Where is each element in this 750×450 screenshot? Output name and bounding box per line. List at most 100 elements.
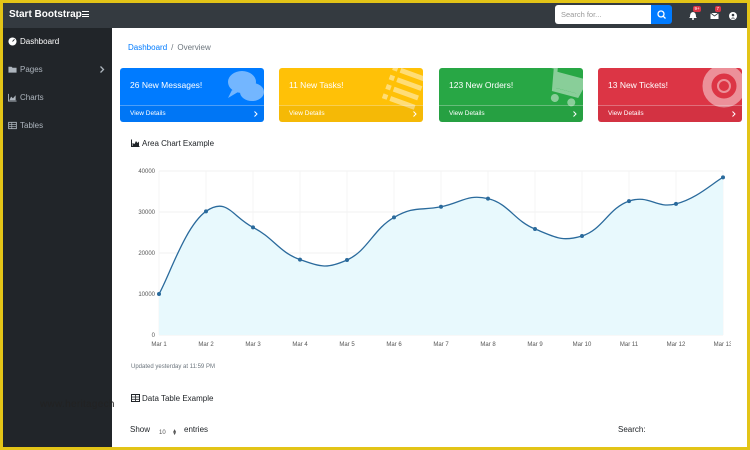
chevron-right-icon (254, 111, 258, 117)
data-point (251, 225, 255, 230)
search-input[interactable] (555, 5, 652, 24)
sidebar-item-label: Charts (20, 93, 44, 102)
x-tick-label: Mar 5 (339, 342, 355, 348)
comments-icon (228, 71, 264, 101)
x-tick-label: Mar 3 (245, 342, 261, 348)
show-entries-control: Show 10 ▲ ▼ entries (130, 425, 208, 439)
user-dropdown[interactable] (728, 8, 740, 22)
tasks-card: 11 New Tasks! View Details (279, 68, 423, 122)
data-point (345, 258, 349, 263)
data-point (533, 227, 537, 232)
chevron-right-icon (732, 111, 736, 117)
browser-viewport: Start Bootstrap 9+ 7 (3, 3, 747, 447)
data-point (204, 209, 208, 214)
card-title: 13 New Tickets! (608, 80, 668, 90)
messages-dropdown[interactable]: 7 (709, 6, 721, 22)
card-title: 123 New Orders! (449, 80, 514, 90)
table-icon (8, 121, 17, 130)
orders-card: 123 New Orders! View Details (439, 68, 583, 122)
chevron-right-icon (573, 111, 577, 117)
card-footer-link[interactable]: View Details (598, 105, 742, 122)
card-footer-link[interactable]: View Details (439, 105, 583, 122)
sidebar-toggle-icon[interactable] (82, 11, 89, 17)
sidebar-item-tables[interactable]: Tables (3, 112, 112, 140)
x-tick-label: Mar 1 (151, 342, 167, 348)
dashboard-icon (8, 37, 17, 46)
life-ring-icon (702, 68, 742, 108)
folder-icon (8, 66, 17, 73)
view-details-label: View Details (130, 110, 166, 117)
card-footer-link[interactable]: View Details (279, 105, 423, 122)
alerts-dropdown[interactable]: 9+ (687, 6, 702, 22)
search-button[interactable] (651, 5, 672, 24)
chevron-right-icon (100, 66, 105, 73)
sidebar: Dashboard Pages Charts Tables (3, 28, 112, 447)
chart-updated-text: Updated yesterday at 11:59 PM (131, 364, 215, 370)
sidebar-item-label: Pages (20, 65, 43, 74)
sort-caret-icon: ▲ ▼ (172, 428, 178, 437)
chart-area-icon (8, 93, 17, 102)
data-point (157, 292, 161, 296)
data-point (580, 233, 584, 238)
search-icon (657, 10, 666, 19)
breadcrumb-link-dashboard[interactable]: Dashboard (128, 43, 167, 52)
entries-select[interactable]: 10 ▲ ▼ (155, 428, 179, 439)
data-point (627, 199, 631, 204)
y-tick-label: 10000 (138, 292, 155, 298)
navbar-brand[interactable]: Start Bootstrap (9, 9, 82, 20)
data-point (392, 215, 396, 220)
area-chart: 0 10000 20000 30000 40000 Mar 1 Mar 2 Mar 3 Mar … (121, 155, 733, 350)
x-tick-label: Mar 4 (292, 342, 308, 348)
x-tick-label: Mar 13 (714, 342, 731, 348)
x-tick-label: Mar 11 (620, 342, 639, 348)
data-point (486, 196, 490, 201)
x-tick-label: Mar 8 (480, 342, 496, 348)
user-circle-icon (729, 12, 737, 20)
x-tick-label: Mar 7 (433, 342, 449, 348)
x-tick-label: Mar 10 (573, 342, 592, 348)
table-search-label: Search: (618, 425, 646, 434)
chart-area-icon (131, 139, 140, 147)
x-tick-label: Mar 12 (667, 342, 686, 348)
area-chart-title: Area Chart Example (142, 139, 215, 148)
top-navbar: Start Bootstrap 9+ 7 (3, 3, 747, 28)
entries-select-value: 10 (159, 430, 166, 436)
view-details-label: View Details (289, 110, 325, 117)
view-details-label: View Details (608, 110, 644, 117)
entries-label: entries (184, 425, 209, 434)
sidebar-item-label: Dashboard (20, 37, 60, 46)
show-label: Show (130, 425, 151, 434)
data-point (674, 201, 678, 206)
table-icon (131, 394, 140, 402)
sidebar-item-pages[interactable]: Pages (3, 56, 112, 84)
messages-card: 26 New Messages! View Details (120, 68, 264, 122)
alerts-badge: 9+ (693, 6, 702, 12)
view-details-label: View Details (449, 110, 485, 117)
x-tick-label: Mar 2 (198, 342, 214, 348)
y-tick-label: 40000 (138, 169, 155, 175)
x-tick-label: Mar 9 (527, 342, 543, 348)
breadcrumb: Dashboard / Overview (128, 43, 211, 52)
y-tick-label: 20000 (138, 251, 155, 257)
sidebar-item-dashboard[interactable]: Dashboard (3, 28, 112, 56)
y-tick-label: 0 (152, 333, 156, 339)
chevron-right-icon (413, 111, 417, 117)
sidebar-item-charts[interactable]: Charts (3, 84, 112, 112)
area-chart-heading: Area Chart Example (131, 139, 214, 148)
card-title: 26 New Messages! (130, 80, 203, 90)
area-chart-canvas: 0 10000 20000 30000 40000 Mar 1 Mar 2 Mar 3 Mar … (138, 169, 733, 348)
data-table-heading: Data Table Example (131, 394, 213, 403)
card-footer-link[interactable]: View Details (120, 105, 264, 122)
card-title: 11 New Tasks! (289, 80, 344, 90)
y-tick-label: 30000 (138, 210, 155, 216)
sidebar-item-label: Tables (20, 121, 44, 130)
messages-badge: 7 (715, 6, 721, 12)
tickets-card: 13 New Tickets! View Details (598, 68, 742, 122)
shopping-cart-icon (549, 68, 583, 107)
data-point (721, 175, 725, 180)
breadcrumb-separator: / (171, 43, 174, 52)
list-icon (381, 68, 423, 110)
data-point (298, 257, 302, 262)
breadcrumb-current: Overview (177, 43, 211, 52)
data-table-title: Data Table Example (142, 394, 214, 403)
